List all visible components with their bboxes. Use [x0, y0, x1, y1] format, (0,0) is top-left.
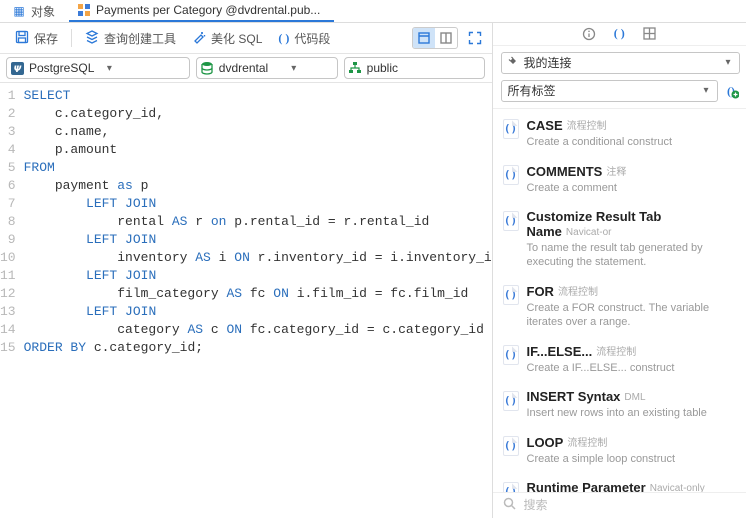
toolbar-label: 代码段 — [294, 30, 330, 47]
snippet-desc: Create a simple loop construct — [527, 452, 737, 466]
snippet-title: LOOP — [527, 435, 564, 450]
snippet-item[interactable]: () CASE 流程控制 Create a conditional construct — [493, 111, 746, 157]
tab-label: Payments per Category @dvdrental.pub... — [96, 3, 320, 17]
tab-objects[interactable]: ▦ 对象 — [4, 0, 69, 22]
snippet-title: Runtime Parameter — [527, 480, 646, 492]
snippet-item[interactable]: () INSERT SyntaxDML Insert new rows into a… — [493, 383, 746, 428]
engine-select[interactable]: 𝞧 PostgreSQL ▾ — [6, 57, 190, 79]
snippet-icon: () — [503, 119, 519, 139]
editor-toolbar: 保存 查询创建工具 美化 SQL ( ) 代码段 — [0, 23, 492, 53]
snippet-tag: 流程控制 — [567, 121, 607, 132]
dropdown-text: 所有标签 — [508, 82, 696, 99]
snippet-tag: DML — [624, 392, 645, 403]
connection-dropdown[interactable]: 我的连接 ▾ — [501, 52, 741, 74]
combo-text: public — [365, 61, 433, 75]
snippet-icon: () — [503, 165, 519, 185]
snippet-desc: To name the result tab generated by exec… — [527, 241, 737, 269]
snippet-title: CASE — [527, 118, 563, 133]
search-icon — [503, 497, 516, 513]
chevron-down-icon: ▾ — [695, 85, 717, 96]
snippet-title: COMMENTS — [527, 164, 603, 179]
toolbar-label: 美化 SQL — [211, 30, 262, 47]
view-code-button[interactable] — [413, 28, 435, 48]
beautify-sql-button[interactable]: 美化 SQL — [185, 27, 269, 50]
snippet-icon: () — [503, 285, 519, 305]
query-builder-button[interactable]: 查询创建工具 — [78, 27, 183, 50]
side-panel-tabs: ( ) — [493, 23, 746, 46]
snippet-search-input[interactable] — [524, 498, 737, 512]
svg-text:𝞧: 𝞧 — [13, 64, 21, 74]
table-icon: ▦ — [12, 4, 26, 18]
snippet-icon: () — [503, 345, 519, 365]
combo-text: PostgreSQL — [27, 61, 100, 75]
tags-dropdown[interactable]: 所有标签 ▾ — [501, 80, 719, 102]
snippet-icon: () — [503, 482, 519, 492]
snippet-desc: Insert new rows into an existing table — [527, 406, 737, 420]
snippet-item[interactable]: ()Customize Result Tab NameNavicat-orTo … — [493, 203, 746, 277]
database-select[interactable]: dvdrental ▾ — [196, 57, 338, 79]
database-icon — [197, 58, 217, 78]
snippet-desc: Create a FOR construct. The variable ite… — [527, 301, 737, 329]
snippet-tag: 流程控制 — [558, 287, 598, 298]
side-panel-controls: 我的连接 ▾ 所有标签 ▾ () — [493, 46, 746, 109]
snippet-item[interactable]: () LOOP流程控制 Create a simple loop construct — [493, 428, 746, 474]
toolbar-label: 保存 — [34, 30, 58, 47]
snippet-desc: Create a IF...ELSE... construct — [527, 361, 737, 375]
snippet-icon: () — [503, 211, 519, 231]
code-icon: ( ) — [278, 31, 289, 46]
schema-select[interactable]: public — [344, 57, 486, 79]
view-split-button[interactable] — [435, 28, 457, 48]
snippet-list: () CASE 流程控制 Create a conditional construct… — [493, 109, 746, 492]
schema-icon — [345, 58, 365, 78]
add-snippet-button[interactable]: () — [722, 82, 740, 100]
snippets-tab[interactable]: ( ) — [610, 25, 628, 43]
chevron-down-icon: ▾ — [717, 57, 739, 68]
tab-query-payments[interactable]: Payments per Category @dvdrental.pub... — [69, 0, 334, 22]
snippet-title: INSERT Syntax — [527, 389, 621, 404]
save-button[interactable]: 保存 — [8, 27, 65, 50]
postgres-icon: 𝞧 — [7, 58, 27, 78]
snippet-item[interactable]: () FOR 流程控制 Create a FOR construct. The var… — [493, 277, 746, 337]
snippet-icon: () — [503, 436, 519, 456]
side-panel: ( ) 我的连接 ▾ — [492, 23, 746, 518]
view-toggle — [412, 27, 458, 49]
snippet-tag: Navicat-or — [566, 227, 612, 238]
tab-label: 对象 — [31, 3, 55, 20]
toolbar-label: 查询创建工具 — [104, 30, 176, 47]
snippet-search-row — [493, 492, 746, 518]
snippet-icon: () — [503, 391, 519, 411]
save-icon — [15, 30, 29, 47]
snippet-item[interactable]: () IF...ELSE...流程控制 Create a IF...ELSE... … — [493, 337, 746, 383]
main-row: 保存 查询创建工具 美化 SQL ( ) 代码段 — [0, 23, 746, 518]
code-area[interactable]: SELECT c.category_id, c.name, p.amountFR… — [24, 87, 492, 518]
snippet-item[interactable]: ()Runtime ParameterNavicat-only SyntaxRu… — [493, 474, 746, 492]
snippet-title: FOR — [527, 284, 554, 299]
grid-tab[interactable] — [640, 25, 658, 43]
snippet-item[interactable]: () COMMENTS注释 Create a comment — [493, 157, 746, 203]
beautify-icon — [192, 30, 206, 47]
plug-icon — [508, 56, 524, 69]
expand-button[interactable] — [464, 28, 486, 48]
snippet-desc: Create a conditional construct — [527, 135, 737, 149]
chevron-down-icon: ▾ — [285, 63, 303, 74]
connection-bar: 𝞧 PostgreSQL ▾ dvdrental ▾ publi — [0, 53, 492, 83]
snippet-tag: 流程控制 — [596, 347, 636, 358]
snippet-desc: Create a comment — [527, 181, 737, 195]
query-icon — [77, 3, 91, 17]
dropdown-text: 我的连接 — [524, 54, 718, 71]
sql-editor[interactable]: 123456789101112131415 SELECT c.category_… — [0, 83, 492, 518]
snippet-title: IF...ELSE... — [527, 344, 593, 359]
editor-tabs: ▦ 对象 Payments per Category @dvdrental.pu… — [0, 0, 746, 23]
snippet-tag: 流程控制 — [567, 438, 607, 449]
line-gutter: 123456789101112131415 — [0, 87, 24, 518]
snippet-tag: 注释 — [606, 167, 626, 178]
combo-text: dvdrental — [217, 61, 285, 75]
info-tab[interactable] — [580, 25, 598, 43]
chevron-down-icon: ▾ — [100, 63, 118, 74]
query-builder-icon — [85, 30, 99, 47]
code-snippets-button[interactable]: ( ) 代码段 — [271, 27, 337, 50]
